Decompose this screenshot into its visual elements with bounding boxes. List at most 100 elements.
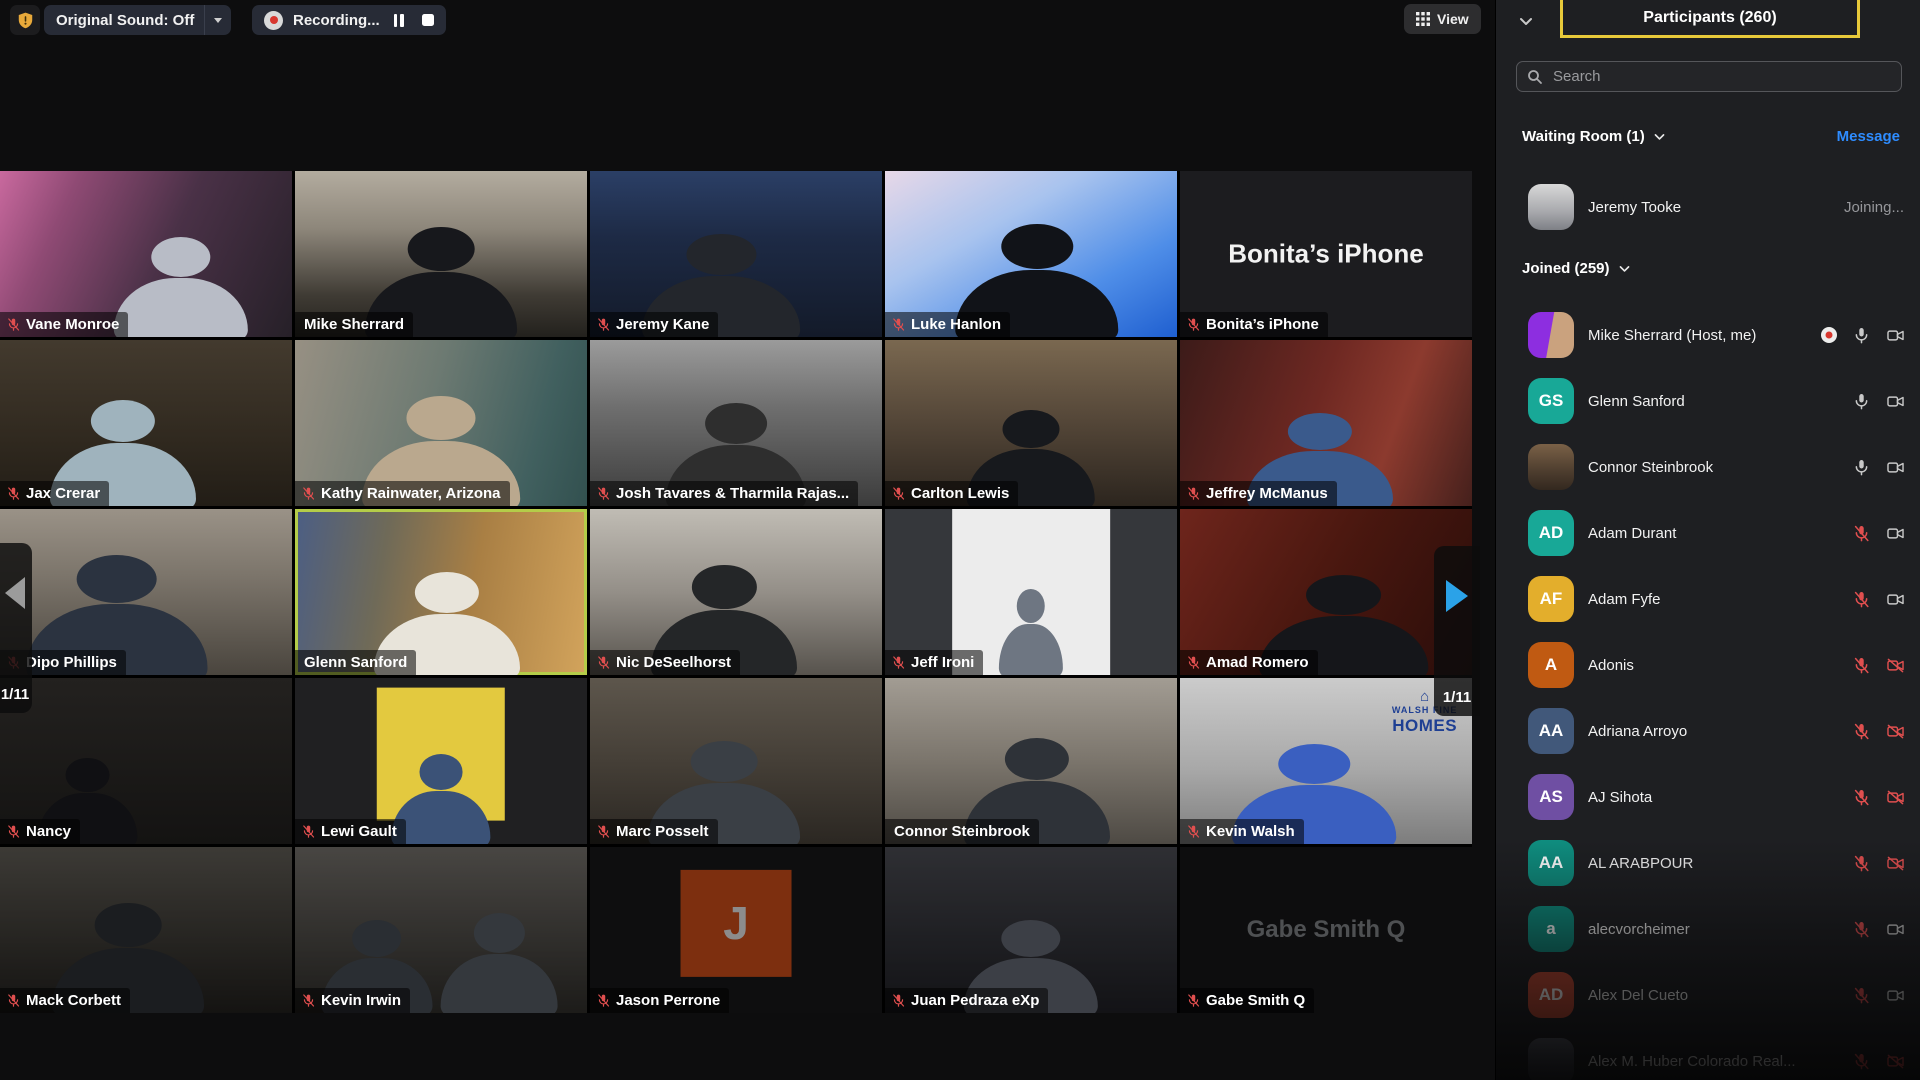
- collapse-panel-button[interactable]: [1514, 9, 1538, 33]
- video-tile[interactable]: Juan Pedraza eXp: [885, 847, 1177, 1013]
- next-page-button[interactable]: 1/11: [1434, 546, 1480, 716]
- video-tile[interactable]: Vane Monroe: [0, 171, 292, 337]
- display-name-placeholder: Bonita’s iPhone: [1180, 239, 1472, 270]
- participant-row[interactable]: Mike Sherrard (Host, me): [1528, 312, 1905, 358]
- camera-toggle[interactable]: [1886, 524, 1905, 543]
- participant-status-icons: [1852, 524, 1905, 543]
- mic-toggle[interactable]: [1852, 524, 1871, 543]
- original-sound-button[interactable]: Original Sound: Off: [44, 5, 231, 35]
- mic-off-icon: [6, 486, 21, 501]
- participant-row[interactable]: ADAlex Del Cueto: [1528, 972, 1905, 1018]
- camera-on-icon: [1886, 590, 1905, 609]
- participant-row[interactable]: AFAdam Fyfe: [1528, 576, 1905, 622]
- mic-off-icon: [1852, 524, 1871, 543]
- participant-row[interactable]: Alex M. Huber Colorado Real...: [1528, 1038, 1905, 1080]
- video-tile[interactable]: Jax Crerar: [0, 340, 292, 506]
- video-tile[interactable]: Kevin Irwin: [295, 847, 587, 1013]
- participant-row[interactable]: Connor Steinbrook: [1528, 444, 1905, 490]
- mic-toggle[interactable]: [1852, 722, 1871, 741]
- mic-toggle[interactable]: [1852, 458, 1871, 477]
- video-tile[interactable]: J Jason Perrone: [590, 847, 882, 1013]
- search-bar[interactable]: [1516, 61, 1902, 92]
- participant-row[interactable]: AAAL ARABPOUR: [1528, 840, 1905, 886]
- video-tile[interactable]: Jeremy Kane: [590, 171, 882, 337]
- video-tile[interactable]: Jeffrey McManus: [1180, 340, 1472, 506]
- search-input[interactable]: [1551, 67, 1891, 86]
- video-tile[interactable]: Dipo Phillips: [0, 509, 292, 675]
- waiting-room-label: Waiting Room (1): [1522, 128, 1645, 145]
- message-link[interactable]: Message: [1837, 128, 1900, 145]
- participant-name-label: Jeff Ironi: [885, 650, 983, 675]
- mic-toggle[interactable]: [1852, 788, 1871, 807]
- participant-row[interactable]: ASAJ Sihota: [1528, 774, 1905, 820]
- video-tile[interactable]: Gabe Smith Q Gabe Smith Q: [1180, 847, 1472, 1013]
- mic-off-icon: [301, 486, 316, 501]
- participant-name: Kevin Walsh: [1206, 823, 1295, 840]
- camera-toggle[interactable]: [1886, 920, 1905, 939]
- participant-name-label: Glenn Sanford: [295, 650, 416, 675]
- mic-toggle[interactable]: [1852, 854, 1871, 873]
- video-tile[interactable]: Nic DeSeelhorst: [590, 509, 882, 675]
- participant-name: Nancy: [26, 823, 71, 840]
- participant-row[interactable]: aalecvorcheimer: [1528, 906, 1905, 952]
- video-tile[interactable]: Carlton Lewis: [885, 340, 1177, 506]
- participant-row[interactable]: AAAdriana Arroyo: [1528, 708, 1905, 754]
- stop-recording-button[interactable]: [422, 14, 434, 26]
- camera-toggle[interactable]: [1886, 326, 1905, 345]
- video-tile[interactable]: Josh Tavares & Tharmila Rajas...: [590, 340, 882, 506]
- video-tile[interactable]: Amad Romero: [1180, 509, 1472, 675]
- camera-toggle[interactable]: [1886, 854, 1905, 873]
- video-tile[interactable]: Connor Steinbrook: [885, 678, 1177, 844]
- camera-toggle[interactable]: [1886, 986, 1905, 1005]
- prev-page-button[interactable]: 1/11: [0, 543, 32, 713]
- participant-name: Mack Corbett: [26, 992, 121, 1009]
- participant-row[interactable]: GSGlenn Sanford: [1528, 378, 1905, 424]
- security-shield-button[interactable]: [10, 5, 40, 35]
- camera-toggle[interactable]: [1886, 590, 1905, 609]
- waiting-room-header[interactable]: Waiting Room (1): [1522, 128, 1666, 145]
- mic-off-icon: [1852, 590, 1871, 609]
- mic-toggle[interactable]: [1852, 656, 1871, 675]
- participant-name-label: Nic DeSeelhorst: [590, 650, 740, 675]
- video-tile[interactable]: Mack Corbett: [0, 847, 292, 1013]
- participant-row[interactable]: ADAdam Durant: [1528, 510, 1905, 556]
- mic-off-icon: [1852, 920, 1871, 939]
- participant-row[interactable]: AAdonis: [1528, 642, 1905, 688]
- zoom-meeting-window: Original Sound: Off Recording... View: [0, 0, 1920, 1080]
- video-tile[interactable]: Mike Sherrard: [295, 171, 587, 337]
- camera-toggle[interactable]: [1886, 458, 1905, 477]
- video-tile[interactable]: Marc Posselt: [590, 678, 882, 844]
- video-tile[interactable]: ⌂ WALSH FINEHOMES Kevin Walsh: [1180, 678, 1472, 844]
- video-tile[interactable]: Kathy Rainwater, Arizona: [295, 340, 587, 506]
- participant-name: Juan Pedraza eXp: [911, 992, 1039, 1009]
- record-icon: [264, 11, 283, 30]
- mic-toggle[interactable]: [1852, 590, 1871, 609]
- video-tile[interactable]: Jeff Ironi: [885, 509, 1177, 675]
- video-tile[interactable]: Nancy: [0, 678, 292, 844]
- chevron-down-icon: [1653, 130, 1666, 143]
- video-tile[interactable]: Bonita’s iPhone Bonita’s iPhone: [1180, 171, 1472, 337]
- mic-on-icon: [1852, 392, 1871, 411]
- view-button[interactable]: View: [1404, 4, 1481, 34]
- mic-off-icon: [1852, 722, 1871, 741]
- participants-title-highlight: Participants (260): [1560, 0, 1860, 38]
- video-tile[interactable]: Luke Hanlon: [885, 171, 1177, 337]
- mic-toggle[interactable]: [1852, 326, 1871, 345]
- video-tile[interactable]: Glenn Sanford: [295, 509, 587, 675]
- participant-name-label: Carlton Lewis: [885, 481, 1018, 506]
- camera-toggle[interactable]: [1886, 722, 1905, 741]
- camera-toggle[interactable]: [1886, 656, 1905, 675]
- mic-toggle[interactable]: [1852, 986, 1871, 1005]
- pause-recording-button[interactable]: [394, 14, 404, 27]
- mic-toggle[interactable]: [1852, 920, 1871, 939]
- waiting-participant-row[interactable]: Jeremy Tooke Joining...: [1528, 184, 1904, 230]
- video-tile[interactable]: Lewi Gault: [295, 678, 587, 844]
- joined-header[interactable]: Joined (259): [1522, 260, 1631, 277]
- camera-toggle[interactable]: [1886, 1052, 1905, 1071]
- mic-toggle[interactable]: [1852, 1052, 1871, 1071]
- camera-toggle[interactable]: [1886, 788, 1905, 807]
- mic-toggle[interactable]: [1852, 392, 1871, 411]
- mic-off-icon: [596, 993, 611, 1008]
- original-sound-menu[interactable]: [205, 5, 231, 35]
- camera-toggle[interactable]: [1886, 392, 1905, 411]
